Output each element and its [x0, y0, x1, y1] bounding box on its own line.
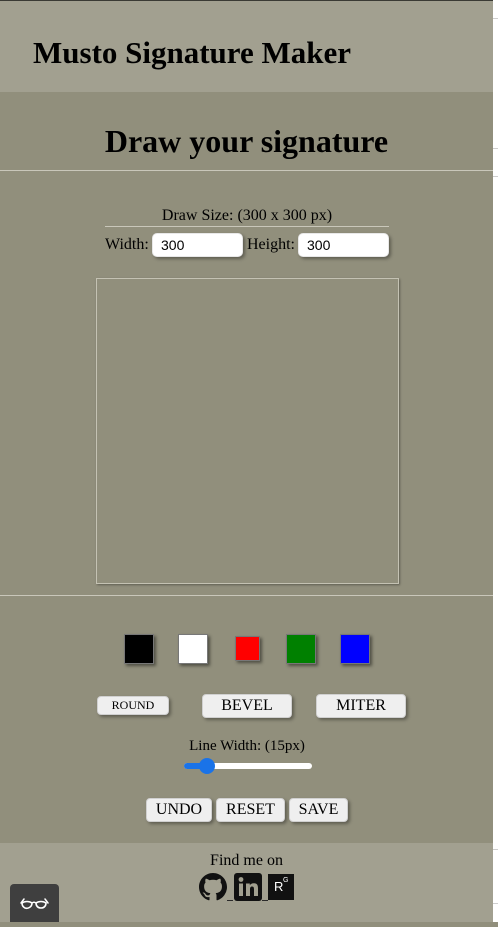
researchgate-icon[interactable]: R G	[268, 874, 294, 900]
scrollbar-tick	[493, 148, 498, 149]
divider	[105, 226, 389, 227]
width-label: Width:	[105, 236, 149, 253]
undo-button[interactable]: UNDO	[146, 798, 212, 822]
save-button[interactable]: SAVE	[289, 798, 348, 822]
reset-button[interactable]: RESET	[216, 798, 285, 822]
researchgate-mark: R	[274, 879, 284, 894]
round-join-button[interactable]: ROUND	[97, 696, 169, 715]
color-swatch-blue[interactable]	[340, 634, 370, 664]
miter-join-button[interactable]: MITER	[316, 694, 406, 718]
linkedin-icon[interactable]	[234, 873, 262, 901]
color-swatch-black[interactable]	[124, 634, 154, 664]
scrollbar-tick	[493, 903, 498, 904]
line-width-label: Line Width: (15px)	[189, 738, 305, 754]
app-title: Musto Signature Maker	[33, 35, 352, 70]
scrollbar[interactable]	[493, 0, 498, 922]
link-underline	[227, 900, 233, 901]
researchgate-sup: G	[283, 877, 289, 884]
width-input[interactable]	[152, 233, 243, 257]
glasses-button[interactable]	[10, 884, 59, 922]
find-me-label: Find me on	[210, 852, 283, 869]
link-underline	[262, 900, 268, 901]
scrollbar-tick	[493, 849, 498, 850]
app-header: Musto Signature Maker	[0, 1, 493, 92]
height-label: Height:	[247, 236, 295, 253]
line-width-slider-thumb[interactable]	[199, 758, 216, 774]
scrollbar-tick	[493, 176, 498, 177]
github-icon[interactable]	[199, 873, 227, 901]
height-input[interactable]	[298, 233, 389, 257]
color-swatch-green[interactable]	[286, 634, 316, 664]
signature-canvas[interactable]	[96, 278, 399, 584]
divider	[0, 595, 493, 596]
divider	[0, 170, 493, 171]
bevel-join-button[interactable]: BEVEL	[202, 694, 292, 718]
glasses-icon	[20, 898, 49, 910]
color-swatch-red[interactable]	[235, 636, 260, 661]
section-title: Draw your signature	[104, 123, 389, 159]
scrollbar-tick	[493, 18, 498, 19]
draw-size-label: Draw Size: (300 x 300 px)	[161, 207, 333, 224]
color-swatch-white[interactable]	[178, 634, 208, 664]
